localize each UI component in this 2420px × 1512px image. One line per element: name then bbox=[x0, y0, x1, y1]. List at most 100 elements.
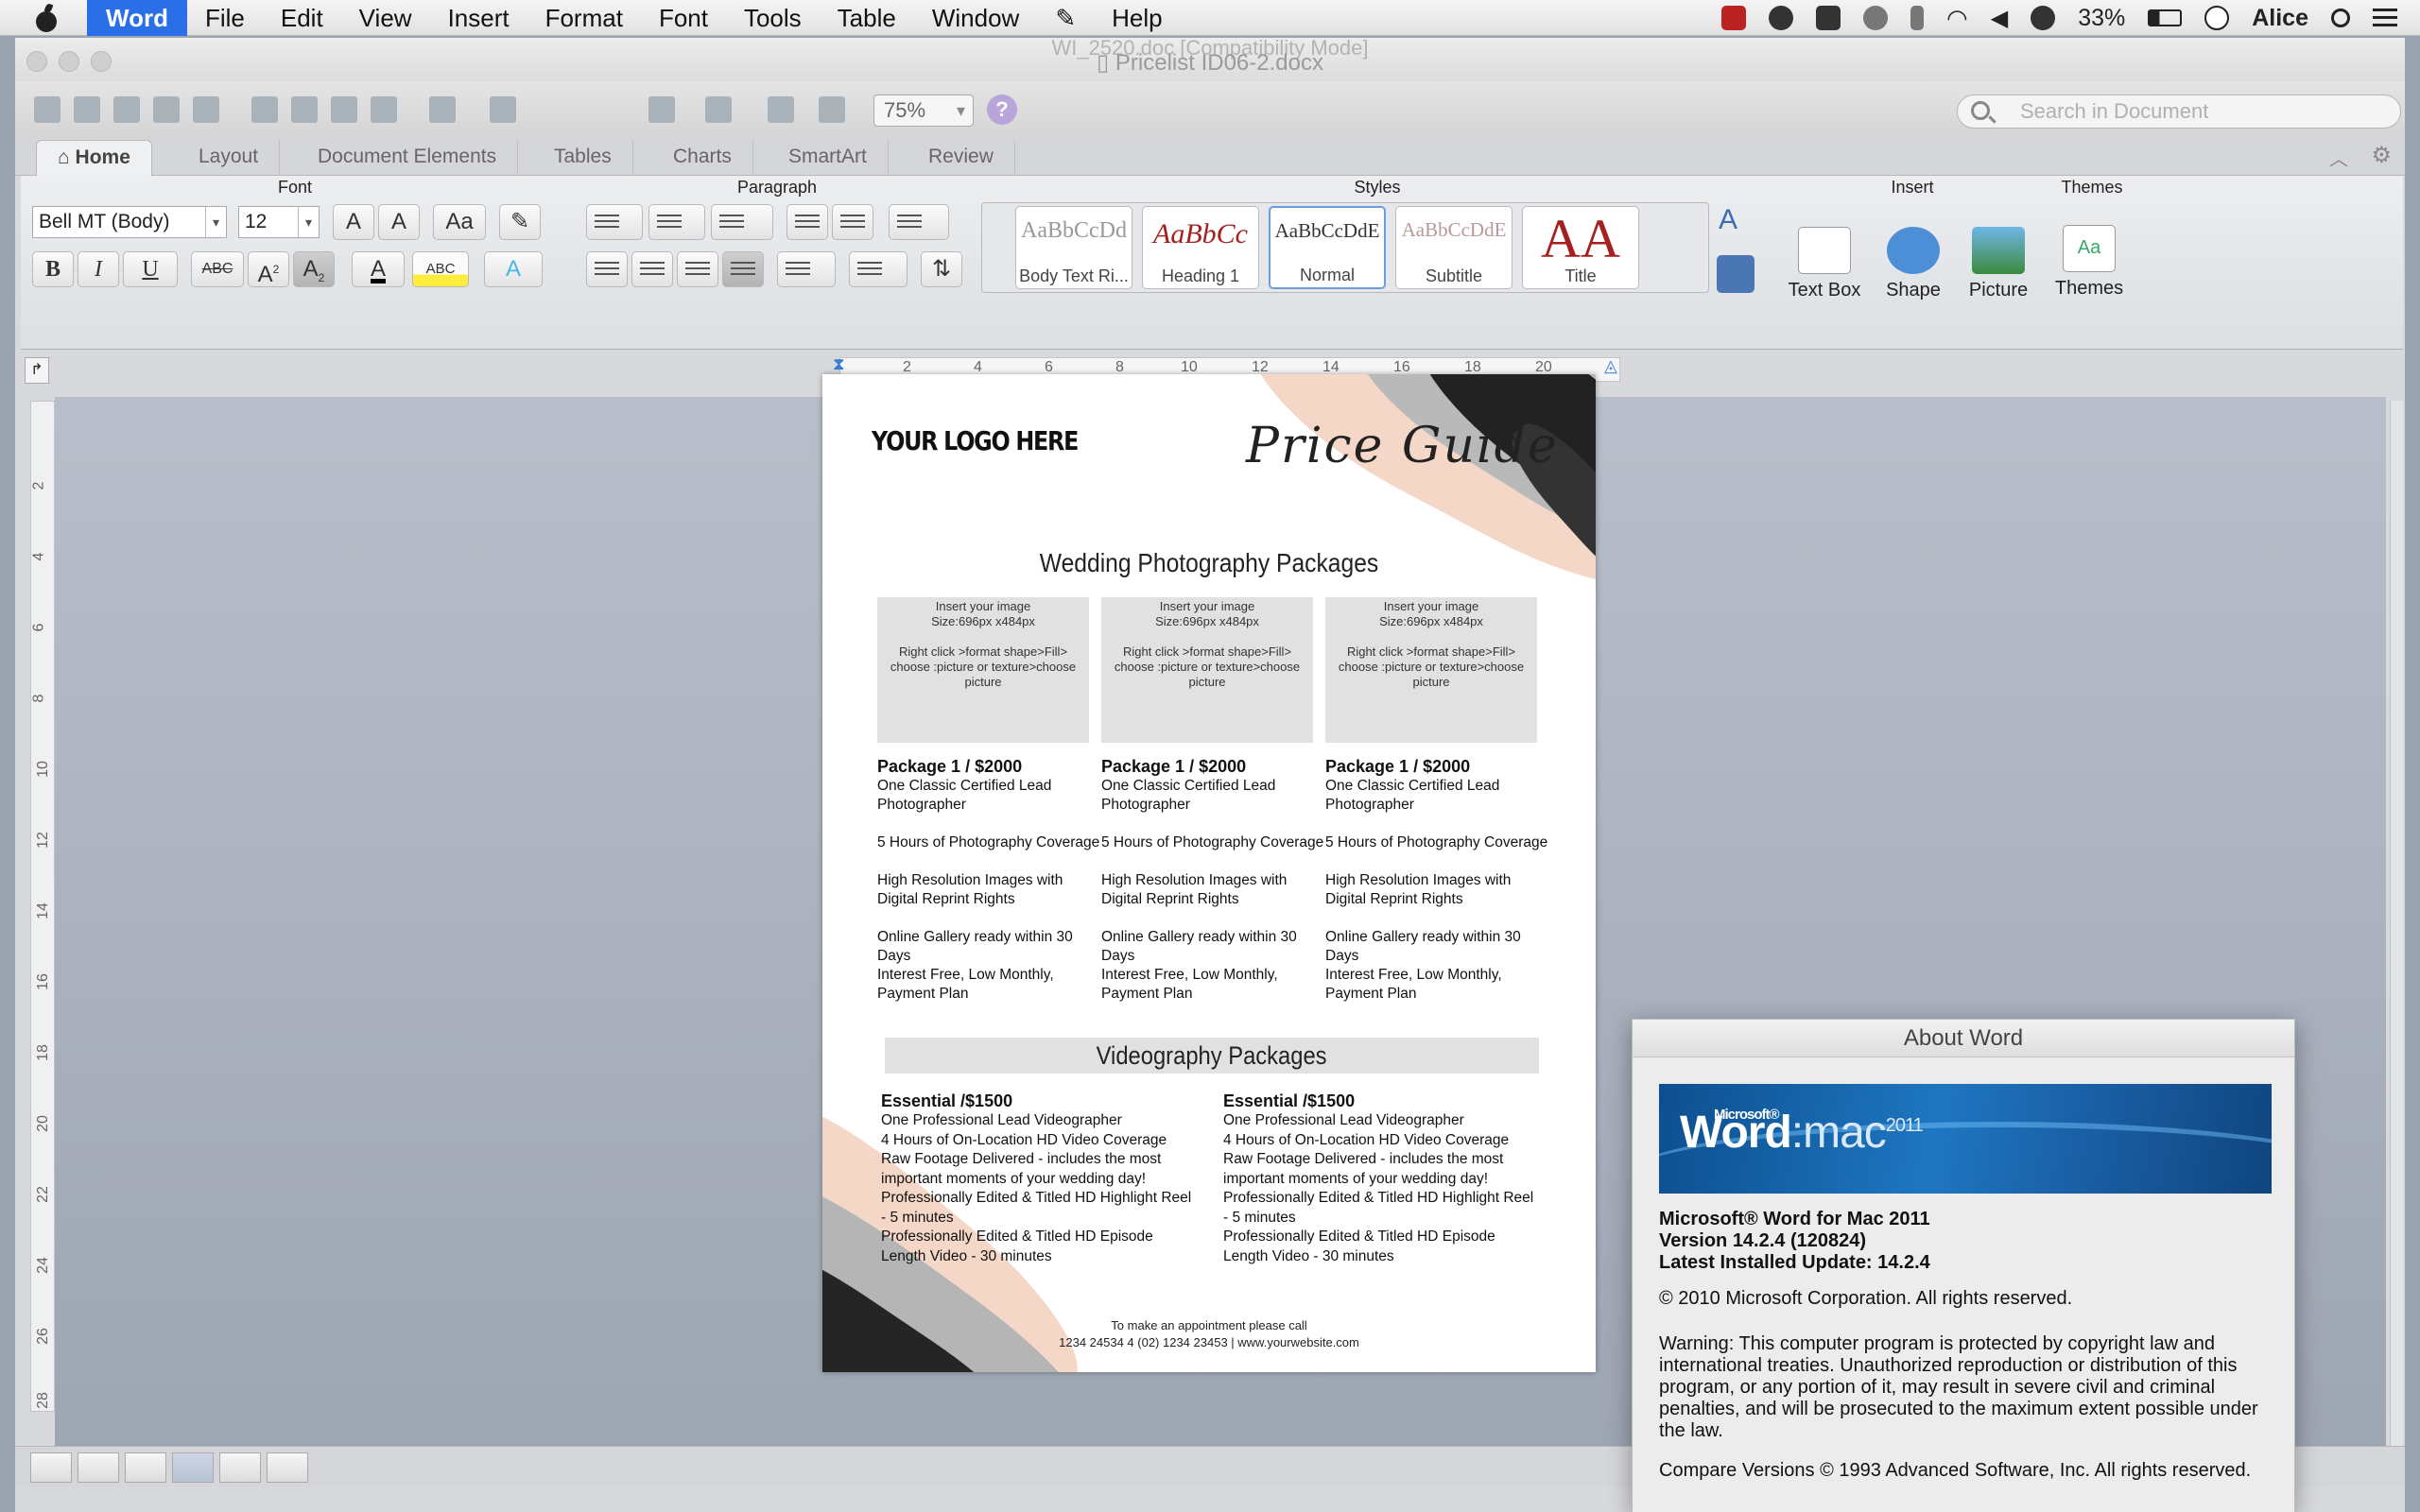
tab-smartart[interactable]: SmartArt bbox=[768, 140, 889, 176]
sort-button[interactable]: ⇅ bbox=[921, 251, 962, 287]
outline-view-button[interactable] bbox=[78, 1452, 119, 1483]
open-button[interactable] bbox=[108, 91, 146, 129]
italic-button[interactable]: I bbox=[78, 251, 119, 287]
style-title[interactable]: AA Title bbox=[1522, 206, 1639, 289]
style-subtitle[interactable]: AaBbCcDdE Subtitle bbox=[1395, 206, 1512, 289]
draft-view-button[interactable] bbox=[30, 1452, 72, 1483]
menu-window[interactable]: Window bbox=[914, 0, 1037, 36]
vertical-scrollbar[interactable] bbox=[2390, 401, 2403, 1487]
copy-button[interactable] bbox=[285, 91, 323, 129]
image-placeholder[interactable]: Insert your image Size:696px x484px Righ… bbox=[877, 597, 1089, 743]
vertical-ruler[interactable]: 2 4 6 8 10 12 14 16 18 20 22 24 26 28 bbox=[30, 401, 55, 1412]
save-button[interactable] bbox=[147, 91, 185, 129]
tab-document-elements[interactable]: Document Elements bbox=[297, 140, 519, 176]
publishing-view-button[interactable] bbox=[125, 1452, 166, 1483]
align-left-button[interactable] bbox=[586, 251, 628, 287]
clock-icon[interactable] bbox=[2204, 6, 2230, 30]
evernote-icon[interactable] bbox=[1769, 6, 1794, 30]
tab-layout[interactable]: Layout bbox=[178, 140, 281, 176]
menu-file[interactable]: File bbox=[187, 0, 263, 36]
font-color-button[interactable]: A bbox=[352, 251, 405, 287]
spotlight-search-icon[interactable] bbox=[2331, 9, 2350, 27]
user-name[interactable]: Alice bbox=[2252, 5, 2308, 32]
battery-icon[interactable] bbox=[2148, 9, 2183, 26]
image-placeholder[interactable]: Insert your image Size:696px x484px Righ… bbox=[1325, 597, 1537, 743]
grow-font-button[interactable]: A bbox=[333, 204, 374, 240]
multilevel-list-button[interactable] bbox=[711, 204, 773, 240]
styles-pane-button[interactable] bbox=[1717, 255, 1754, 293]
document-page[interactable]: YOUR LOGO HERE Price Guide Wedding Photo… bbox=[822, 374, 1596, 1372]
style-normal[interactable]: AaBbCcDdE Normal bbox=[1269, 206, 1386, 289]
adobe-icon[interactable] bbox=[1721, 6, 1747, 30]
increase-indent-button[interactable] bbox=[832, 204, 873, 240]
ribbon-settings-gear-icon[interactable]: ⚙ bbox=[2371, 142, 2392, 169]
image-placeholder[interactable]: Insert your image Size:696px x484px Righ… bbox=[1101, 597, 1313, 743]
numbering-button[interactable] bbox=[648, 204, 705, 240]
insert-shape-button[interactable]: Shape bbox=[1876, 227, 1951, 301]
paste-button[interactable] bbox=[325, 91, 363, 129]
align-center-button[interactable] bbox=[631, 251, 673, 287]
menu-tools[interactable]: Tools bbox=[726, 0, 820, 36]
apple-menu-icon[interactable] bbox=[34, 4, 59, 32]
collapse-ribbon-icon[interactable]: ︿ bbox=[2329, 144, 2348, 171]
shrink-font-button[interactable]: A bbox=[378, 204, 420, 240]
menu-edit[interactable]: Edit bbox=[263, 0, 341, 36]
style-heading-1[interactable]: AaBbCc Heading 1 bbox=[1142, 206, 1259, 289]
justify-button[interactable] bbox=[722, 251, 764, 287]
print-button[interactable] bbox=[187, 91, 225, 129]
wd-drive-icon[interactable] bbox=[1816, 6, 1841, 30]
menu-insert[interactable]: Insert bbox=[430, 0, 527, 36]
bold-button[interactable]: B bbox=[32, 251, 74, 287]
toolbox-button[interactable] bbox=[813, 91, 851, 129]
insert-text-box-button[interactable]: Text Box bbox=[1787, 227, 1862, 301]
undo-button[interactable] bbox=[424, 91, 461, 129]
style-body-text[interactable]: AaBbCcDd Body Text Ri... bbox=[1015, 206, 1132, 289]
themes-button[interactable]: Aa Themes bbox=[2051, 225, 2127, 300]
tab-charts[interactable]: Charts bbox=[652, 140, 753, 176]
scripts-menu-icon[interactable]: ✎ bbox=[1037, 0, 1094, 36]
menu-format[interactable]: Format bbox=[527, 0, 641, 36]
notebook-view-button[interactable] bbox=[219, 1452, 261, 1483]
text-effects-button[interactable]: A bbox=[484, 251, 543, 287]
insert-picture-button[interactable]: Picture bbox=[1961, 227, 2036, 301]
menu-font[interactable]: Font bbox=[641, 0, 726, 36]
search-input[interactable]: Search in Document bbox=[1957, 94, 2401, 129]
change-case-button[interactable]: Aa bbox=[433, 204, 486, 240]
decrease-indent-button[interactable] bbox=[786, 204, 828, 240]
volume-icon[interactable]: ◀ bbox=[1991, 5, 2008, 32]
menu-table[interactable]: Table bbox=[820, 0, 914, 36]
line-spacing-button[interactable] bbox=[777, 251, 836, 287]
notification-center-icon[interactable] bbox=[2373, 9, 2397, 27]
new-document-button[interactable] bbox=[28, 91, 66, 129]
tab-review[interactable]: Review bbox=[908, 140, 1015, 176]
bullets-button[interactable] bbox=[586, 204, 643, 240]
templates-button[interactable] bbox=[68, 91, 106, 129]
redo-button[interactable] bbox=[484, 91, 522, 129]
tab-home[interactable]: ⌂ Home bbox=[36, 140, 152, 176]
strikethrough-button[interactable]: ABC bbox=[191, 251, 244, 287]
underline-button[interactable]: U bbox=[123, 251, 178, 287]
borders-button[interactable] bbox=[849, 251, 908, 287]
format-painter-button[interactable] bbox=[365, 91, 403, 129]
menu-view[interactable]: View bbox=[341, 0, 430, 36]
print-layout-view-button[interactable] bbox=[172, 1452, 214, 1483]
superscript-button[interactable]: A2 bbox=[248, 251, 289, 287]
help-button[interactable]: ? bbox=[987, 94, 1017, 125]
clear-formatting-button[interactable]: ✎ bbox=[499, 204, 541, 240]
font-size-select[interactable]: 12 ▾ bbox=[238, 206, 320, 238]
zoom-select[interactable]: 75% bbox=[873, 94, 974, 127]
manage-styles-icon[interactable]: A bbox=[1719, 204, 1737, 236]
highlight-button[interactable]: ABC bbox=[412, 251, 469, 287]
sidebar-button[interactable] bbox=[700, 91, 737, 129]
align-right-button[interactable] bbox=[677, 251, 718, 287]
left-indent-marker-icon[interactable]: ⧗ bbox=[833, 354, 845, 374]
wifi-icon[interactable]: ◠ bbox=[1946, 4, 1968, 33]
right-indent-marker-icon[interactable]: ◬ bbox=[1604, 356, 1617, 376]
headphones-icon[interactable] bbox=[2031, 6, 2056, 30]
menu-app-word[interactable]: Word bbox=[87, 0, 187, 36]
time-machine-icon[interactable] bbox=[1863, 6, 1889, 30]
show-formatting-button[interactable] bbox=[643, 91, 681, 129]
full-screen-view-button[interactable] bbox=[267, 1452, 308, 1483]
menu-help[interactable]: Help bbox=[1094, 0, 1180, 36]
gallery-button[interactable] bbox=[762, 91, 800, 129]
